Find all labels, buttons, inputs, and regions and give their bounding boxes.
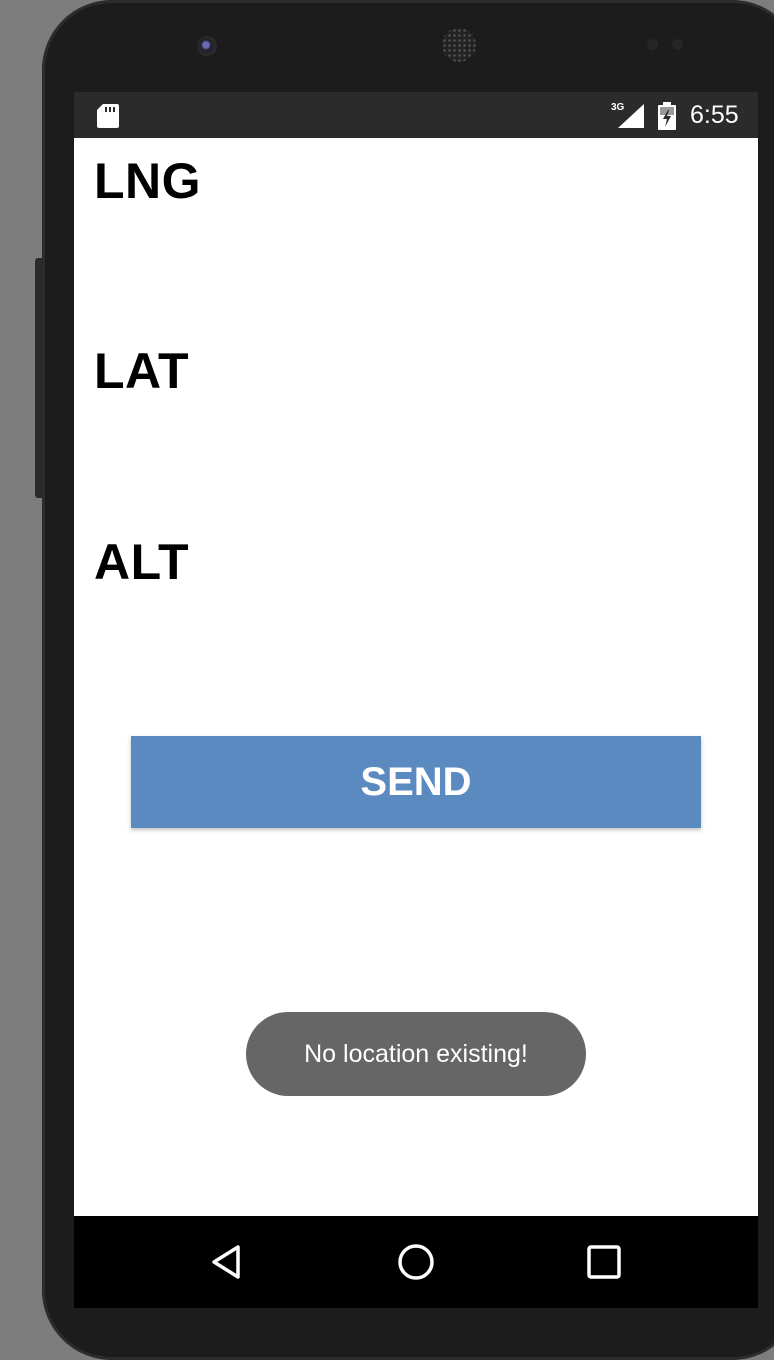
home-icon [398,1244,434,1280]
front-camera [197,36,217,56]
send-button[interactable]: SEND [131,736,701,828]
altitude-label: ALT [94,534,189,590]
cellular-signal-icon [618,104,644,128]
app-screen: 3G 6:55 LNG LAT ALT SEND No location exi… [74,92,758,1308]
navigation-bar [74,1216,758,1308]
latitude-label: LAT [94,343,189,399]
battery-charging-icon [658,102,676,130]
sd-card-icon [97,104,119,128]
proximity-sensor [647,39,658,50]
light-sensor [672,39,683,50]
home-button[interactable] [394,1240,438,1284]
longitude-label: LNG [94,153,202,209]
earpiece-speaker [442,28,476,62]
recents-icon [587,1245,621,1279]
status-clock: 6:55 [690,101,739,129]
toast-message: No location existing! [246,1012,586,1096]
status-bar: 3G 6:55 [74,92,758,138]
back-icon [212,1245,240,1279]
back-button[interactable] [204,1240,248,1284]
recents-button[interactable] [582,1240,626,1284]
